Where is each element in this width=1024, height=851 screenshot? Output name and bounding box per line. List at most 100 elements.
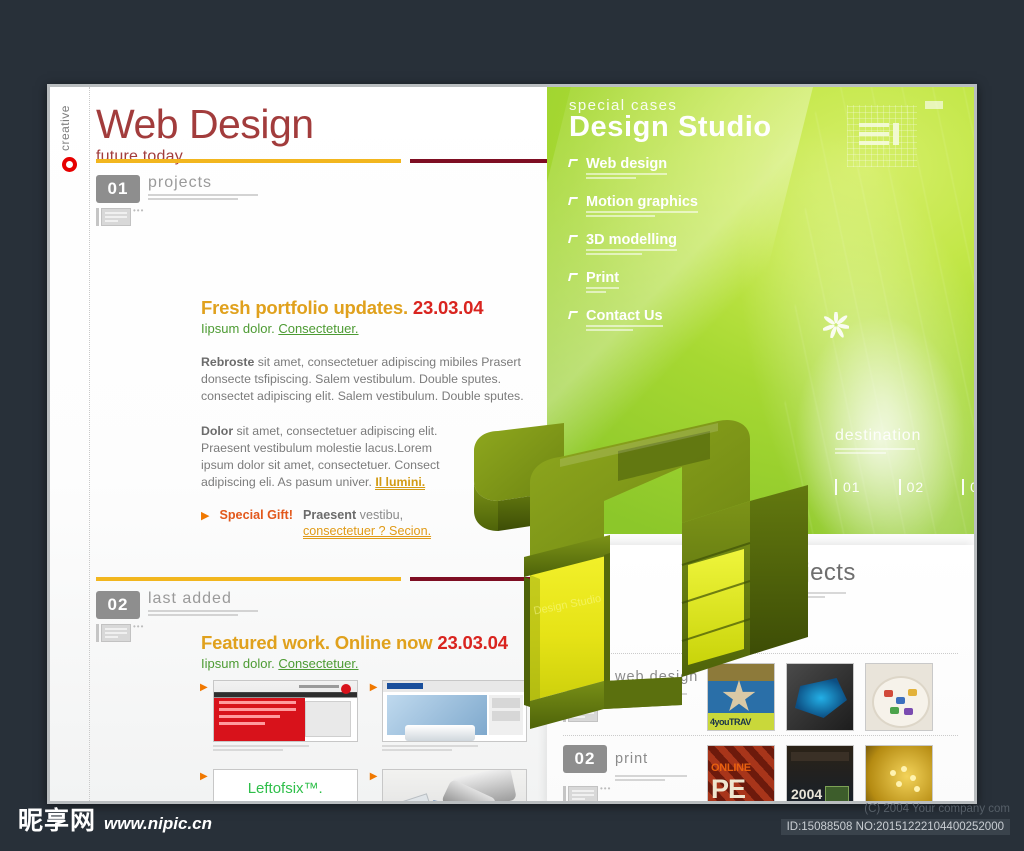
menu-label: Motion graphics [586,194,698,210]
thumb-panasonic-site[interactable] [382,680,528,742]
menu-label: Contact Us [586,308,663,324]
article2-lead: Iipsum dolor. Consectetuer. [201,656,561,671]
section-number-01: 01 [96,175,140,203]
pager-item-03[interactable]: 03 [962,479,974,495]
article1-paragraph-1: Rebroste sit amet, consectetuer adipisci… [201,354,556,405]
divider-gold [96,159,401,163]
special-gift-text: Praesent vestibu, consectetuer ? Secion. [302,508,432,539]
article1-lead-link[interactable]: Consectetuer. [278,321,358,336]
thumb-meta-2 [382,745,527,751]
section-microtext-2 [148,610,258,616]
article-last-added: Featured work. Online now 23.03.04 Iipsu… [201,632,561,671]
divider-top [96,159,551,163]
destination-block: destination [835,427,921,456]
menu-microtext [586,173,668,179]
special-gift-bold: Praesent [302,508,357,522]
project-row-meta: 01 web design ••• [563,663,703,722]
article1-lead-text: Iipsum dolor. [201,321,275,336]
section-header-projects: 01 projects ••• [96,175,258,226]
article1-title: Fresh portfolio updates. 23.03.04 [201,297,556,319]
panel-glow [794,314,966,534]
menu-item-contact-us[interactable]: Contact Us [568,307,698,333]
destination-label: destination [835,427,922,444]
latest-microtext [776,592,847,600]
document-icon: ••• [96,207,258,226]
project-thumb-golden-macro[interactable] [865,745,933,801]
article1-p2-lead-word: Dolor [201,424,234,438]
article1-title-text: Fresh portfolio updates. [201,297,408,318]
design-studio-panel: special cases Design Studio Web design M… [547,87,974,534]
menu-item-print[interactable]: Print [568,269,698,295]
panel-header: special cases Design Studio [569,97,772,142]
brand-block: Web Design future today [96,104,314,166]
bullet-arrow-icon: ▶ [369,771,378,782]
flower-icon-white [822,310,851,339]
watermark-url: www.nipic.cn [104,814,213,833]
project-number-01: 01 [563,663,607,691]
site-watermark: 昵享网 www.nipic.cn [18,801,212,837]
project-thumb-4youtrav[interactable]: 4youTRAV [707,663,775,731]
menu-microtext [586,249,678,255]
section-microtext [148,194,258,200]
project-label-print: print [615,751,649,767]
special-gift-block: ▶ Special Gift! Praesent vestibu, consec… [201,508,556,539]
pager-item-01[interactable]: 01 [835,479,861,495]
article1-lead: Iipsum dolor. Consectetuer. [201,321,556,336]
project-thumb-blue-tech[interactable] [786,663,854,731]
thumb-red-site[interactable] [212,680,358,742]
thumbnail-item-1[interactable]: ▶ [200,680,358,753]
project-thumb-collection-2004[interactable]: 2004 [786,745,854,801]
watermark-cn-text: 昵享网 [18,806,97,835]
section-title-projects: projects [148,174,213,191]
page-title: Web Design [96,101,314,147]
si-logo-icon [847,105,917,167]
project-microtext-2 [615,775,687,781]
menu-label: Web design [586,156,668,172]
divider-gold-2 [96,577,401,581]
corner-tick-icon [568,197,578,205]
bullet-arrow-icon: ▶ [200,682,208,693]
corner-tick-icon [568,159,578,167]
article2-lead-link[interactable]: Consectetuer. [278,656,358,671]
thumb-leftofsix[interactable]: Leftofsix™. [212,769,358,801]
article-projects: Fresh portfolio updates. 23.03.04 Iipsum… [201,297,556,539]
menu-item-motion-graphics[interactable]: Motion graphics [568,193,698,219]
thumbnail-row-1: ▶ ▶ [200,680,550,753]
si-dash-icon [925,101,943,109]
article1-p2-link[interactable]: Il lumini. [375,475,426,490]
document-icon-4: ••• [563,785,703,801]
arrow-right-icon: ▶ [201,510,210,522]
menu-item-web-design[interactable]: Web design [568,155,698,181]
thumbnail-row-2: ▶ Leftofsix™. ▶ [200,769,550,801]
project-thumb-candy-bowl[interactable] [865,663,933,731]
section-title-last-added: last added [148,590,232,607]
thumb-devices[interactable] [382,769,528,801]
special-gift-link[interactable]: consectetuer ? Secion. [302,524,432,539]
article2-date: 23.03.04 [437,632,508,653]
menu-item-3d-modelling[interactable]: 3D modelling [568,231,698,257]
thumbnail-item-2[interactable]: ▶ [370,680,528,753]
divider-gap-2 [401,577,410,581]
thumb-leftofsix-label: Leftofsix™. [247,779,323,797]
project-thumb-online-pe[interactable]: ONLINE PE [707,745,775,801]
menu-label: 3D modelling [586,232,678,248]
panel-title: Design Studio [569,111,772,143]
latest-header: latest Projects portfolio [699,559,856,604]
thumbnail-item-3[interactable]: ▶ Leftofsix™. [200,769,358,801]
leftofsix-logo-icon [275,800,296,801]
article1-date: 23.03.04 [412,297,484,318]
pager-item-02[interactable]: 02 [898,479,925,495]
thumbnail-item-4[interactable]: ▶ [370,769,528,801]
bullet-arrow-icon: ▶ [369,682,378,693]
creative-logo-icon [62,157,77,172]
menu-microtext [586,287,620,293]
latest-title: latest Projects [699,559,856,586]
article2-title: Featured work. Online now 23.03.04 [201,632,561,654]
project-label-web-design: web design [615,669,699,685]
menu-microtext [586,325,663,331]
project-thumbnails-web-design: 4youTRAV [707,663,933,731]
section-number-02: 02 [96,591,140,619]
special-gift-label: Special Gift! [219,508,293,522]
project-number-02: 02 [563,745,607,773]
divider-gap [401,159,410,163]
